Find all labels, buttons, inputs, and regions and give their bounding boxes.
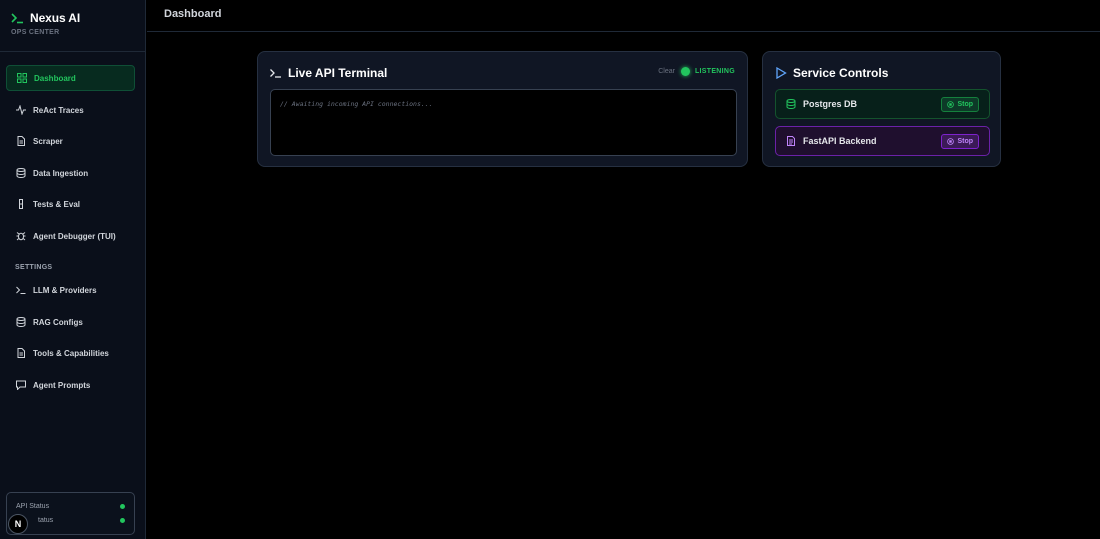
stop-fastapi-button[interactable]: Stop (941, 134, 979, 149)
sidebar-item-agent-debugger[interactable]: Agent Debugger (TUI) (6, 223, 135, 249)
service-postgres: Postgres DB Stop (775, 89, 990, 119)
terminal-card-title: Live API Terminal (270, 66, 387, 80)
sidebar-item-label: Dashboard (34, 73, 76, 83)
sidebar-item-scraper[interactable]: Scraper (6, 128, 135, 154)
sidebar-item-label: LLM & Providers (33, 285, 97, 295)
sidebar-item-label: ReAct Traces (33, 105, 84, 115)
terminal-actions: Clear LISTENING (658, 67, 735, 76)
services-card-title: Service Controls (775, 66, 888, 80)
sidebar-item-label: Agent Prompts (33, 380, 91, 390)
secondary-status-dot (120, 518, 125, 523)
terminal-icon (270, 67, 282, 79)
file-icon (16, 136, 26, 146)
bug-icon (16, 231, 26, 241)
database-icon (786, 99, 796, 109)
server-icon (786, 136, 796, 146)
sidebar-item-data-ingestion[interactable]: Data Ingestion (6, 160, 135, 186)
brand: Nexus AI OPS CENTER (0, 0, 145, 52)
sidebar-item-tools-capabilities[interactable]: Tools & Capabilities (6, 340, 135, 366)
service-controls-card: Service Controls Postgres DB Stop FastAP… (762, 51, 1001, 167)
api-status-dot (120, 504, 125, 509)
brand-subtitle: OPS CENTER (11, 29, 60, 36)
service-fastapi: FastAPI Backend Stop (775, 126, 990, 156)
sidebar-item-react-traces[interactable]: ReAct Traces (6, 97, 135, 123)
settings-section-label: SETTINGS (15, 264, 53, 271)
sidebar-item-label: Scraper (33, 136, 63, 146)
sidebar-item-label: RAG Configs (33, 317, 83, 327)
listening-indicator (680, 67, 690, 76)
play-icon (775, 67, 787, 79)
stop-icon (947, 101, 955, 108)
terminal-icon (11, 12, 25, 24)
activity-icon (16, 105, 26, 115)
service-name: FastAPI Backend (803, 136, 877, 146)
clear-button[interactable]: Clear (658, 68, 675, 75)
top-header: Dashboard (147, 0, 1100, 32)
sidebar-item-label: Data Ingestion (33, 168, 89, 178)
sidebar-item-rag-configs[interactable]: RAG Configs (6, 309, 135, 335)
stop-icon (947, 138, 955, 145)
terminal-output[interactable]: // Awaiting incoming API connections... (270, 89, 737, 156)
sidebar-item-label: Agent Debugger (TUI) (33, 231, 116, 241)
live-api-terminal-card: Live API Terminal Clear LISTENING // Awa… (257, 51, 748, 167)
listening-label: LISTENING (694, 68, 735, 75)
sidebar-item-llm-providers[interactable]: LLM & Providers (6, 277, 135, 303)
avatar[interactable]: N (8, 514, 28, 534)
database-icon (16, 317, 26, 327)
grid-icon (17, 73, 27, 83)
message-icon (16, 380, 26, 390)
sidebar-item-label: Tools & Capabilities (33, 348, 109, 358)
database-icon (16, 168, 26, 178)
terminal-icon (16, 285, 26, 295)
flask-icon (16, 199, 26, 209)
sidebar-item-label: Tests & Eval (33, 199, 80, 209)
sidebar-item-tests-eval[interactable]: Tests & Eval (6, 191, 135, 217)
sidebar-item-dashboard[interactable]: Dashboard (6, 65, 135, 91)
terminal-placeholder-line: // Awaiting incoming API connections... (280, 100, 433, 108)
secondary-status-label: tatus (38, 517, 54, 524)
sidebar-item-agent-prompts[interactable]: Agent Prompts (6, 372, 135, 398)
file-icon (16, 348, 26, 358)
sidebar: Nexus AI OPS CENTER Dashboard ReAct Trac… (0, 0, 146, 539)
brand-title: Nexus AI (30, 11, 81, 25)
page-title: Dashboard (164, 8, 222, 20)
service-name: Postgres DB (803, 99, 858, 109)
api-status-label: API Status (16, 503, 50, 510)
stop-postgres-button[interactable]: Stop (941, 97, 979, 112)
